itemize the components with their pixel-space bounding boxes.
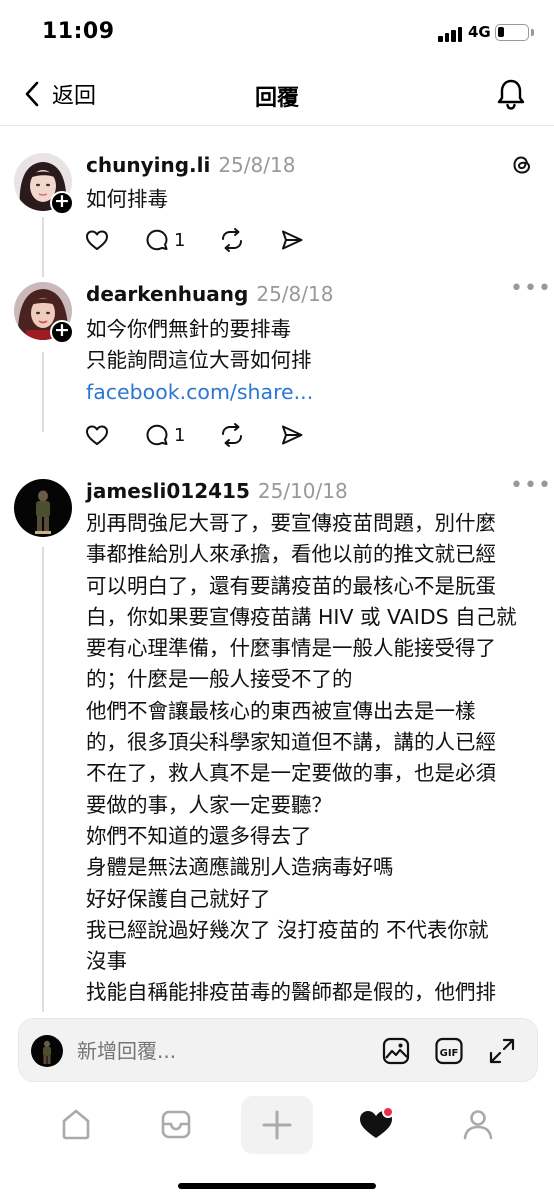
post-text-line: 如何排毒 [86,187,168,211]
send-icon [282,425,303,445]
inbox-icon [161,1110,191,1139]
username-row: dearkenhuang 25/8/18 [86,282,333,306]
reply-feed[interactable]: + chunying.li 25/8/18 如何排毒 1 + dearkenhu… [0,127,554,1012]
repost-icon [222,228,243,252]
thread-line [42,352,44,432]
post-text-line: 我已經說過好幾次了 沒打疫苗的 不代表你就 [86,917,489,942]
expand-icon[interactable] [487,1036,517,1066]
tab-new-post[interactable] [241,1096,313,1154]
page-title: 回覆 [254,86,299,111]
post-text-line: 要有心理準備，什麼事情是一般人能接受得了 [86,636,496,661]
post-text-line: 可以明白了，還有要講疫苗的最核心不是朊蛋 [86,573,496,598]
reply-button[interactable]: 1 [144,422,185,448]
send-icon [282,230,303,250]
action-row: 1 [84,422,339,448]
post-text-line: 的；什麼是一般人接受不了的 [86,667,353,692]
post: jamesli012415 25/10/18 ••• 別再問強尼大哥了，要宣傳疫苗… [0,462,554,1012]
repost-button[interactable] [219,227,245,253]
post-text-line: 沒事 [86,949,127,974]
post-text-line: 白，你如果要宣傳疫苗講 HIV 或 VAIDS 自己就 [86,604,517,629]
like-button[interactable] [84,422,110,448]
signal-icon [438,26,464,42]
repost-button[interactable] [219,422,245,448]
username[interactable]: dearkenhuang [86,282,248,306]
post-date: 25/8/18 [218,153,296,177]
reply-input[interactable] [77,1039,357,1063]
username-row: chunying.li 25/8/18 [86,153,295,177]
status-time: 11:09 [42,19,115,44]
tab-home[interactable] [56,1104,96,1144]
gif-icon[interactable]: GIF [434,1036,464,1066]
post-text-line: 找能自稱能排疫苗毒的醫師都是假的，他們排 [86,980,496,1005]
post-text-line: 妳們不知道的還多得去了 [86,823,312,848]
reply-count: 1 [174,424,186,446]
network-label: 4G [468,23,491,41]
profile-icon [463,1110,493,1140]
notification-dot [382,1106,394,1118]
post-text-line: 如今你們無針的要排毒 [86,317,291,341]
home-icon [62,1109,90,1140]
post-link[interactable]: facebook.com/share... [86,377,536,408]
post-date: 25/8/18 [256,282,334,306]
post-text-line: 身體是無法適應識別人造病毒好嗎 [86,855,394,880]
post-body: 別再問強尼大哥了，要宣傳疫苗問題，別什麼 事都推給別人來承擔，看他以前的推文就已… [86,508,536,1009]
bell-icon[interactable] [495,77,527,111]
threads-icon[interactable] [510,153,534,177]
post-text-line: 不在了，救人真不是一定要做的事，也是必須 [86,761,496,786]
avatar[interactable] [14,479,72,537]
post-text-line: 好好保護自己就好了 [86,886,271,911]
action-row: 1 [84,227,339,253]
more-options-button[interactable]: ••• [510,276,552,301]
post: + dearkenhuang 25/8/18 ••• 如今你們無針的要排毒 只能詢… [0,262,554,452]
share-button[interactable] [279,227,305,253]
header: 返回 回覆 [0,62,554,126]
tab-inbox[interactable] [156,1104,196,1144]
follow-plus-button[interactable]: + [50,320,74,344]
post-body: 如何排毒 [86,184,536,215]
share-button[interactable] [279,422,305,448]
heart-filled-icon [360,1106,394,1138]
svg-text:GIF: GIF [440,1048,459,1059]
post-text-line: 要做的事，人家一定要聽？ [86,792,332,817]
reply-composer[interactable]: GIF [18,1018,538,1082]
reply-count: 1 [174,229,186,251]
home-indicator [178,1183,376,1189]
comment-icon [146,229,168,251]
plus-icon [262,1110,292,1140]
heart-icon [86,230,108,250]
avatar [31,1035,63,1067]
username-row: jamesli012415 25/10/18 [86,479,348,503]
post-text-line: 事都推給別人來承擔，看他以前的推文就已經 [86,542,496,567]
post-text-line: 別再問強尼大哥了，要宣傳疫苗問題，別什麼 [86,511,496,535]
tab-profile[interactable] [458,1104,498,1144]
username[interactable]: chunying.li [86,153,210,177]
battery-cap [531,29,534,36]
post-text-line: 他們不會讓最核心的東西被宣傳出去是一樣 [86,698,476,723]
post-text-line: 的，很多頂尖科學家知道但不講，講的人已經 [86,730,496,755]
image-icon[interactable] [381,1036,411,1066]
repost-icon [222,423,243,447]
more-options-button[interactable]: ••• [510,473,552,498]
tab-activity[interactable] [356,1104,396,1144]
post: + chunying.li 25/8/18 如何排毒 1 [0,127,554,277]
post-date: 25/10/18 [257,479,348,503]
comment-icon [146,424,168,446]
reply-button[interactable]: 1 [144,227,185,253]
thread-line [42,547,44,1012]
follow-plus-button[interactable]: + [50,191,74,215]
post-body: 如今你們無針的要排毒 只能詢問這位大哥如何排 facebook.com/shar… [86,314,536,408]
status-bar: 11:09 4G [0,0,554,62]
username[interactable]: jamesli012415 [86,479,250,503]
battery-icon [495,24,529,41]
post-text-line: 只能詢問這位大哥如何排 [86,348,312,373]
like-button[interactable] [84,227,110,253]
heart-icon [86,425,108,445]
